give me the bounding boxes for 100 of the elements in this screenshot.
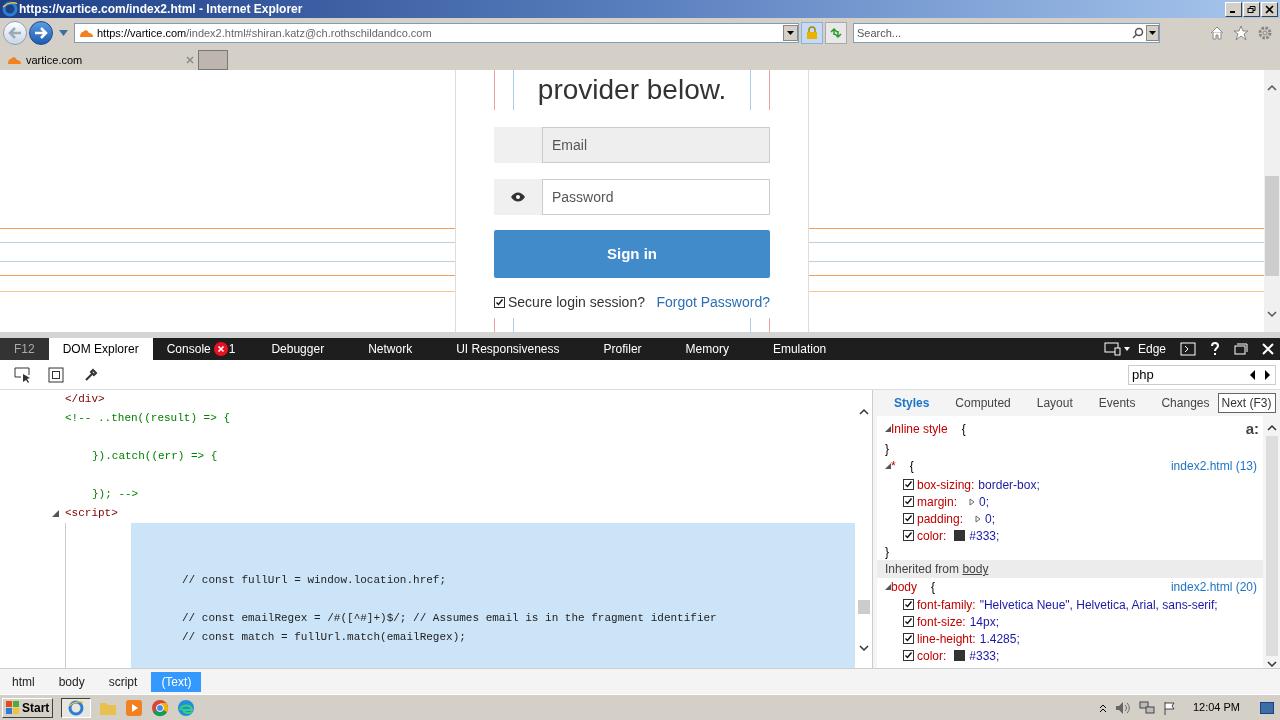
source-link[interactable]: index2.html (20) [1170, 578, 1257, 596]
home-icon[interactable] [1209, 25, 1225, 41]
scroll-down-icon[interactable] [858, 644, 869, 652]
source-link[interactable]: index2.html (13) [1170, 457, 1257, 475]
collapse-icon[interactable] [52, 510, 59, 517]
code-line: <script> [65, 506, 118, 522]
collapse-icon[interactable] [885, 426, 891, 432]
checkbox[interactable] [903, 513, 914, 524]
forgot-password-link[interactable]: Forgot Password? [656, 291, 770, 313]
show-desktop-button[interactable] [1260, 701, 1274, 714]
caret-icon [1149, 31, 1156, 35]
windows-logo-icon [6, 700, 20, 715]
collapse-icon[interactable] [885, 584, 891, 590]
property-value: 0; [979, 493, 990, 511]
search-field[interactable]: Search... [853, 23, 1160, 43]
brace: } [885, 544, 889, 561]
star-icon[interactable] [1233, 25, 1249, 41]
refresh-icon[interactable] [825, 22, 847, 44]
property-value: border-box; [978, 476, 1040, 494]
restore-icon[interactable] [1243, 1, 1260, 17]
devtools-tab[interactable]: Emulation [750, 338, 849, 360]
breadcrumb-item[interactable]: html [2, 671, 45, 692]
scroll-up-icon[interactable] [858, 408, 869, 416]
property-name: padding: [917, 510, 964, 528]
styles-tab[interactable]: Changes [1161, 394, 1210, 412]
code-line: // const fullUrl = window.location.href; [181, 573, 447, 589]
styles-tab[interactable]: Styles [894, 394, 930, 412]
address-text: https://vartice.com/index2.html#shiran.katz@ch.rothschildandco.com [97, 25, 432, 41]
sign-in-button[interactable]: Sign in [494, 230, 770, 278]
selector: body [891, 579, 918, 596]
property-name: box-sizing: [917, 476, 975, 494]
next-icon[interactable] [1263, 369, 1271, 380]
checkbox[interactable] [903, 496, 914, 507]
email-field[interactable]: Email [542, 127, 770, 163]
console-icon[interactable] [1180, 342, 1196, 356]
help-icon[interactable] [1210, 342, 1220, 356]
devtools-tab[interactable]: F12 [0, 338, 49, 360]
code-line: <!-- ..then((result) => { [64, 411, 231, 427]
start-button[interactable]: Start [2, 697, 54, 718]
chevron-icon[interactable] [1098, 702, 1107, 713]
breadcrumb-item[interactable]: body [48, 671, 95, 692]
scroll-thumb[interactable] [1265, 176, 1279, 276]
emulation-mode-button[interactable]: Edge [1103, 340, 1166, 358]
brace: { [909, 458, 914, 475]
minimize-icon[interactable] [1225, 1, 1242, 17]
checkbox[interactable] [903, 530, 914, 541]
checkbox[interactable] [903, 616, 914, 627]
password-field[interactable]: Password [542, 179, 770, 215]
arrow-icon [8, 27, 22, 39]
chrome-icon[interactable] [151, 698, 170, 717]
devtools-tab[interactable]: Debugger [249, 338, 347, 360]
checkbox[interactable] [903, 633, 914, 644]
tooltip: Next (F3) [1217, 393, 1276, 413]
box-model-icon[interactable] [48, 366, 64, 383]
dropdown-button[interactable] [1146, 25, 1159, 41]
speaker-icon[interactable] [1114, 700, 1131, 715]
checkbox[interactable] [494, 296, 505, 308]
dropdown-button[interactable] [783, 25, 798, 41]
code-line: // const emailRegex = /#([^#]+)$/; // Assumes email is in the fragment identifier [181, 611, 717, 627]
devtools-tab[interactable]: Profiler [581, 338, 664, 360]
devtools-tab[interactable]: Console 1 [152, 338, 250, 360]
scroll-thumb[interactable] [857, 600, 870, 614]
eyedropper-icon[interactable] [84, 367, 98, 382]
devtools-tab[interactable]: Memory [663, 338, 751, 360]
property-value: 0; [985, 510, 996, 528]
find-field[interactable]: php [1128, 364, 1276, 385]
browser-taskbar-button[interactable] [61, 697, 92, 718]
select-element-icon[interactable] [14, 366, 32, 383]
collapse-icon[interactable] [885, 463, 891, 469]
breadcrumb-item[interactable]: script [98, 671, 148, 692]
previous-icon[interactable] [1249, 369, 1257, 380]
styles-tab[interactable]: Events [1098, 394, 1136, 412]
eye-icon[interactable] [494, 179, 542, 215]
property-name: font-family: [917, 596, 976, 614]
network-icon[interactable] [1138, 700, 1155, 715]
monitor-icon [1103, 342, 1122, 356]
address-bar[interactable]: https://vartice.com/index2.html#shiran.katz@ch.rothschildandco.com [74, 23, 799, 43]
checkbox[interactable] [903, 599, 914, 610]
dropdown-icon[interactable] [59, 30, 68, 36]
scroll-down-icon[interactable] [1266, 660, 1277, 668]
text-node[interactable]: // const fullUrl = window.location.href; // const emailRegex = /#([^#]+)$/; // Assumes email is in the fragment identifier // const match = fullUrl.match(emailRegex); [131, 523, 855, 668]
brace: { [961, 421, 966, 438]
toggle-button[interactable]: a: [1245, 417, 1259, 441]
styles-tab[interactable]: Layout [1036, 394, 1073, 412]
devtools-tab[interactable]: Network [346, 338, 435, 360]
caret-icon [787, 31, 794, 35]
checkbox[interactable] [903, 479, 914, 490]
checkbox[interactable] [903, 650, 914, 661]
media-player-icon[interactable] [125, 698, 144, 717]
property-name: font-size: [917, 613, 966, 631]
devtools-tab[interactable]: UI Responsiveness [434, 338, 582, 360]
undock-icon[interactable] [1234, 343, 1248, 355]
code-line: // const match = fullUrl.match(emailRegex); [181, 630, 466, 646]
styles-tab[interactable]: Computed [955, 394, 1011, 412]
scroll-up-icon[interactable] [1266, 424, 1277, 432]
forward-button[interactable] [29, 21, 53, 45]
code-line: }).catch((err) => { [91, 449, 218, 465]
property-name: line-height: [917, 630, 976, 648]
flag-icon[interactable] [1162, 700, 1177, 715]
devtools-tab[interactable]: DOM Explorer [48, 338, 153, 360]
